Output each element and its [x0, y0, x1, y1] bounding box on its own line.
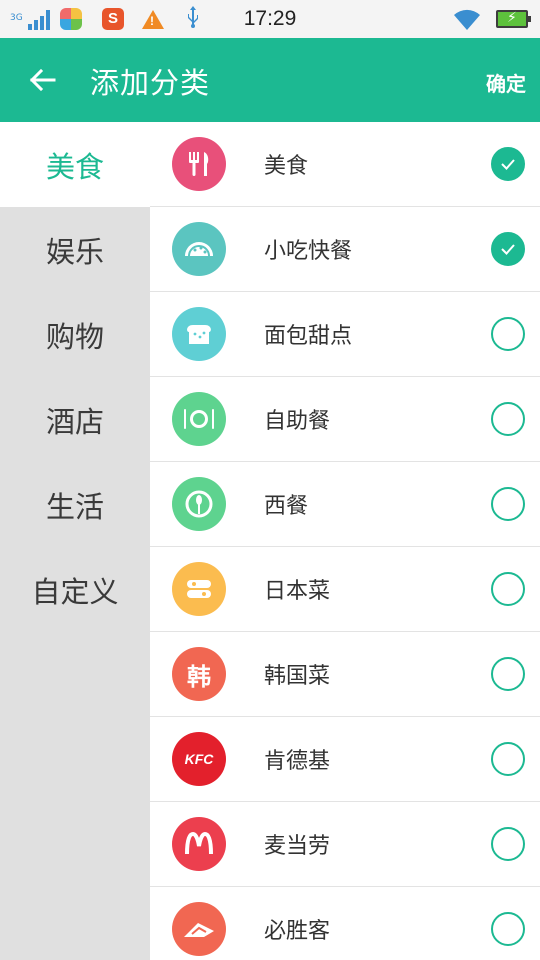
sushi-icon — [172, 562, 226, 616]
checkbox-unchecked[interactable] — [491, 487, 525, 521]
sidebar-item-hotel[interactable]: 酒店 — [0, 377, 150, 462]
list-item[interactable]: 日本菜 — [150, 547, 540, 632]
checkbox-unchecked[interactable] — [491, 742, 525, 776]
sidebar-item-label: 酒店 — [45, 404, 104, 439]
sidebar-item-label: 娱乐 — [45, 234, 104, 269]
list-item-label: 必胜客 — [264, 919, 331, 944]
checkbox-unchecked[interactable] — [491, 402, 525, 436]
sidebar-item-shopping[interactable]: 购物 — [0, 292, 150, 377]
list-item-label: 日本菜 — [264, 579, 331, 604]
sidebar-item-custom[interactable]: 自定义 — [0, 547, 150, 632]
list-item[interactable]: KFC 肯德基 — [150, 717, 540, 802]
list-item[interactable]: 小吃快餐 — [150, 207, 540, 292]
page-title: 添加分类 — [90, 66, 211, 100]
list-item[interactable]: 麦当劳 — [150, 802, 540, 887]
list-item-label: 韩国菜 — [264, 664, 331, 689]
check-icon — [501, 159, 515, 170]
list-item-label: 小吃快餐 — [264, 239, 353, 264]
kfc-icon: KFC — [172, 732, 226, 786]
list-item-label: 面包甜点 — [264, 324, 353, 349]
sidebar-item-food[interactable]: 美食 — [0, 122, 150, 207]
checkbox-unchecked[interactable] — [491, 827, 525, 861]
list-item-label: 麦当劳 — [264, 834, 331, 859]
checkbox-unchecked[interactable] — [491, 912, 525, 946]
app-header: 添加分类 确定 — [0, 38, 540, 122]
pizza-hut-icon — [172, 902, 226, 956]
plate-icon — [172, 392, 226, 446]
fork-knife-icon — [172, 137, 226, 191]
korean-food-icon: 韩 — [172, 647, 226, 701]
checkbox-unchecked[interactable] — [491, 572, 525, 606]
wifi-icon — [454, 9, 480, 30]
list-item[interactable]: 美食 — [150, 122, 540, 207]
bread-icon — [172, 307, 226, 361]
checkbox-unchecked[interactable] — [491, 317, 525, 351]
list-item[interactable]: 西餐 — [150, 462, 540, 547]
list-item-label: 自助餐 — [264, 409, 331, 434]
confirm-button[interactable]: 确定 — [486, 68, 526, 97]
checkbox-checked[interactable] — [491, 147, 525, 181]
sidebar-item-entertainment[interactable]: 娱乐 — [0, 207, 150, 292]
korean-icon-text: 韩 — [187, 662, 211, 691]
list-item[interactable]: 必胜客 — [150, 887, 540, 960]
category-sidebar: 美食 娱乐 购物 酒店 生活 自定义 — [0, 122, 150, 960]
back-arrow-icon[interactable] — [28, 66, 56, 94]
battery-icon: ⚡ — [496, 10, 531, 28]
sidebar-item-label: 生活 — [45, 489, 104, 524]
sidebar-item-label: 美食 — [45, 149, 104, 184]
kfc-icon-text: KFC — [184, 751, 214, 767]
mcdonalds-icon — [172, 817, 226, 871]
sidebar-item-label: 购物 — [45, 319, 104, 354]
status-bar: 3G S 17:29 ⚡ — [0, 0, 540, 38]
taco-icon — [172, 222, 226, 276]
list-item-label: 西餐 — [264, 494, 309, 519]
list-item[interactable]: 自助餐 — [150, 377, 540, 462]
list-item-label: 肯德基 — [264, 749, 331, 774]
subcategory-list: 美食 小吃快餐 面包甜点 自助餐 西餐 日本菜 韩 韩国菜 KFC 肯德基 麦当… — [150, 122, 540, 960]
check-icon — [501, 244, 515, 255]
sidebar-item-label: 自定义 — [31, 574, 119, 609]
western-food-icon — [172, 477, 226, 531]
checkbox-checked[interactable] — [491, 232, 525, 266]
checkbox-unchecked[interactable] — [491, 657, 525, 691]
list-item[interactable]: 韩 韩国菜 — [150, 632, 540, 717]
list-item[interactable]: 面包甜点 — [150, 292, 540, 377]
sidebar-item-life[interactable]: 生活 — [0, 462, 150, 547]
list-item-label: 美食 — [264, 154, 309, 179]
